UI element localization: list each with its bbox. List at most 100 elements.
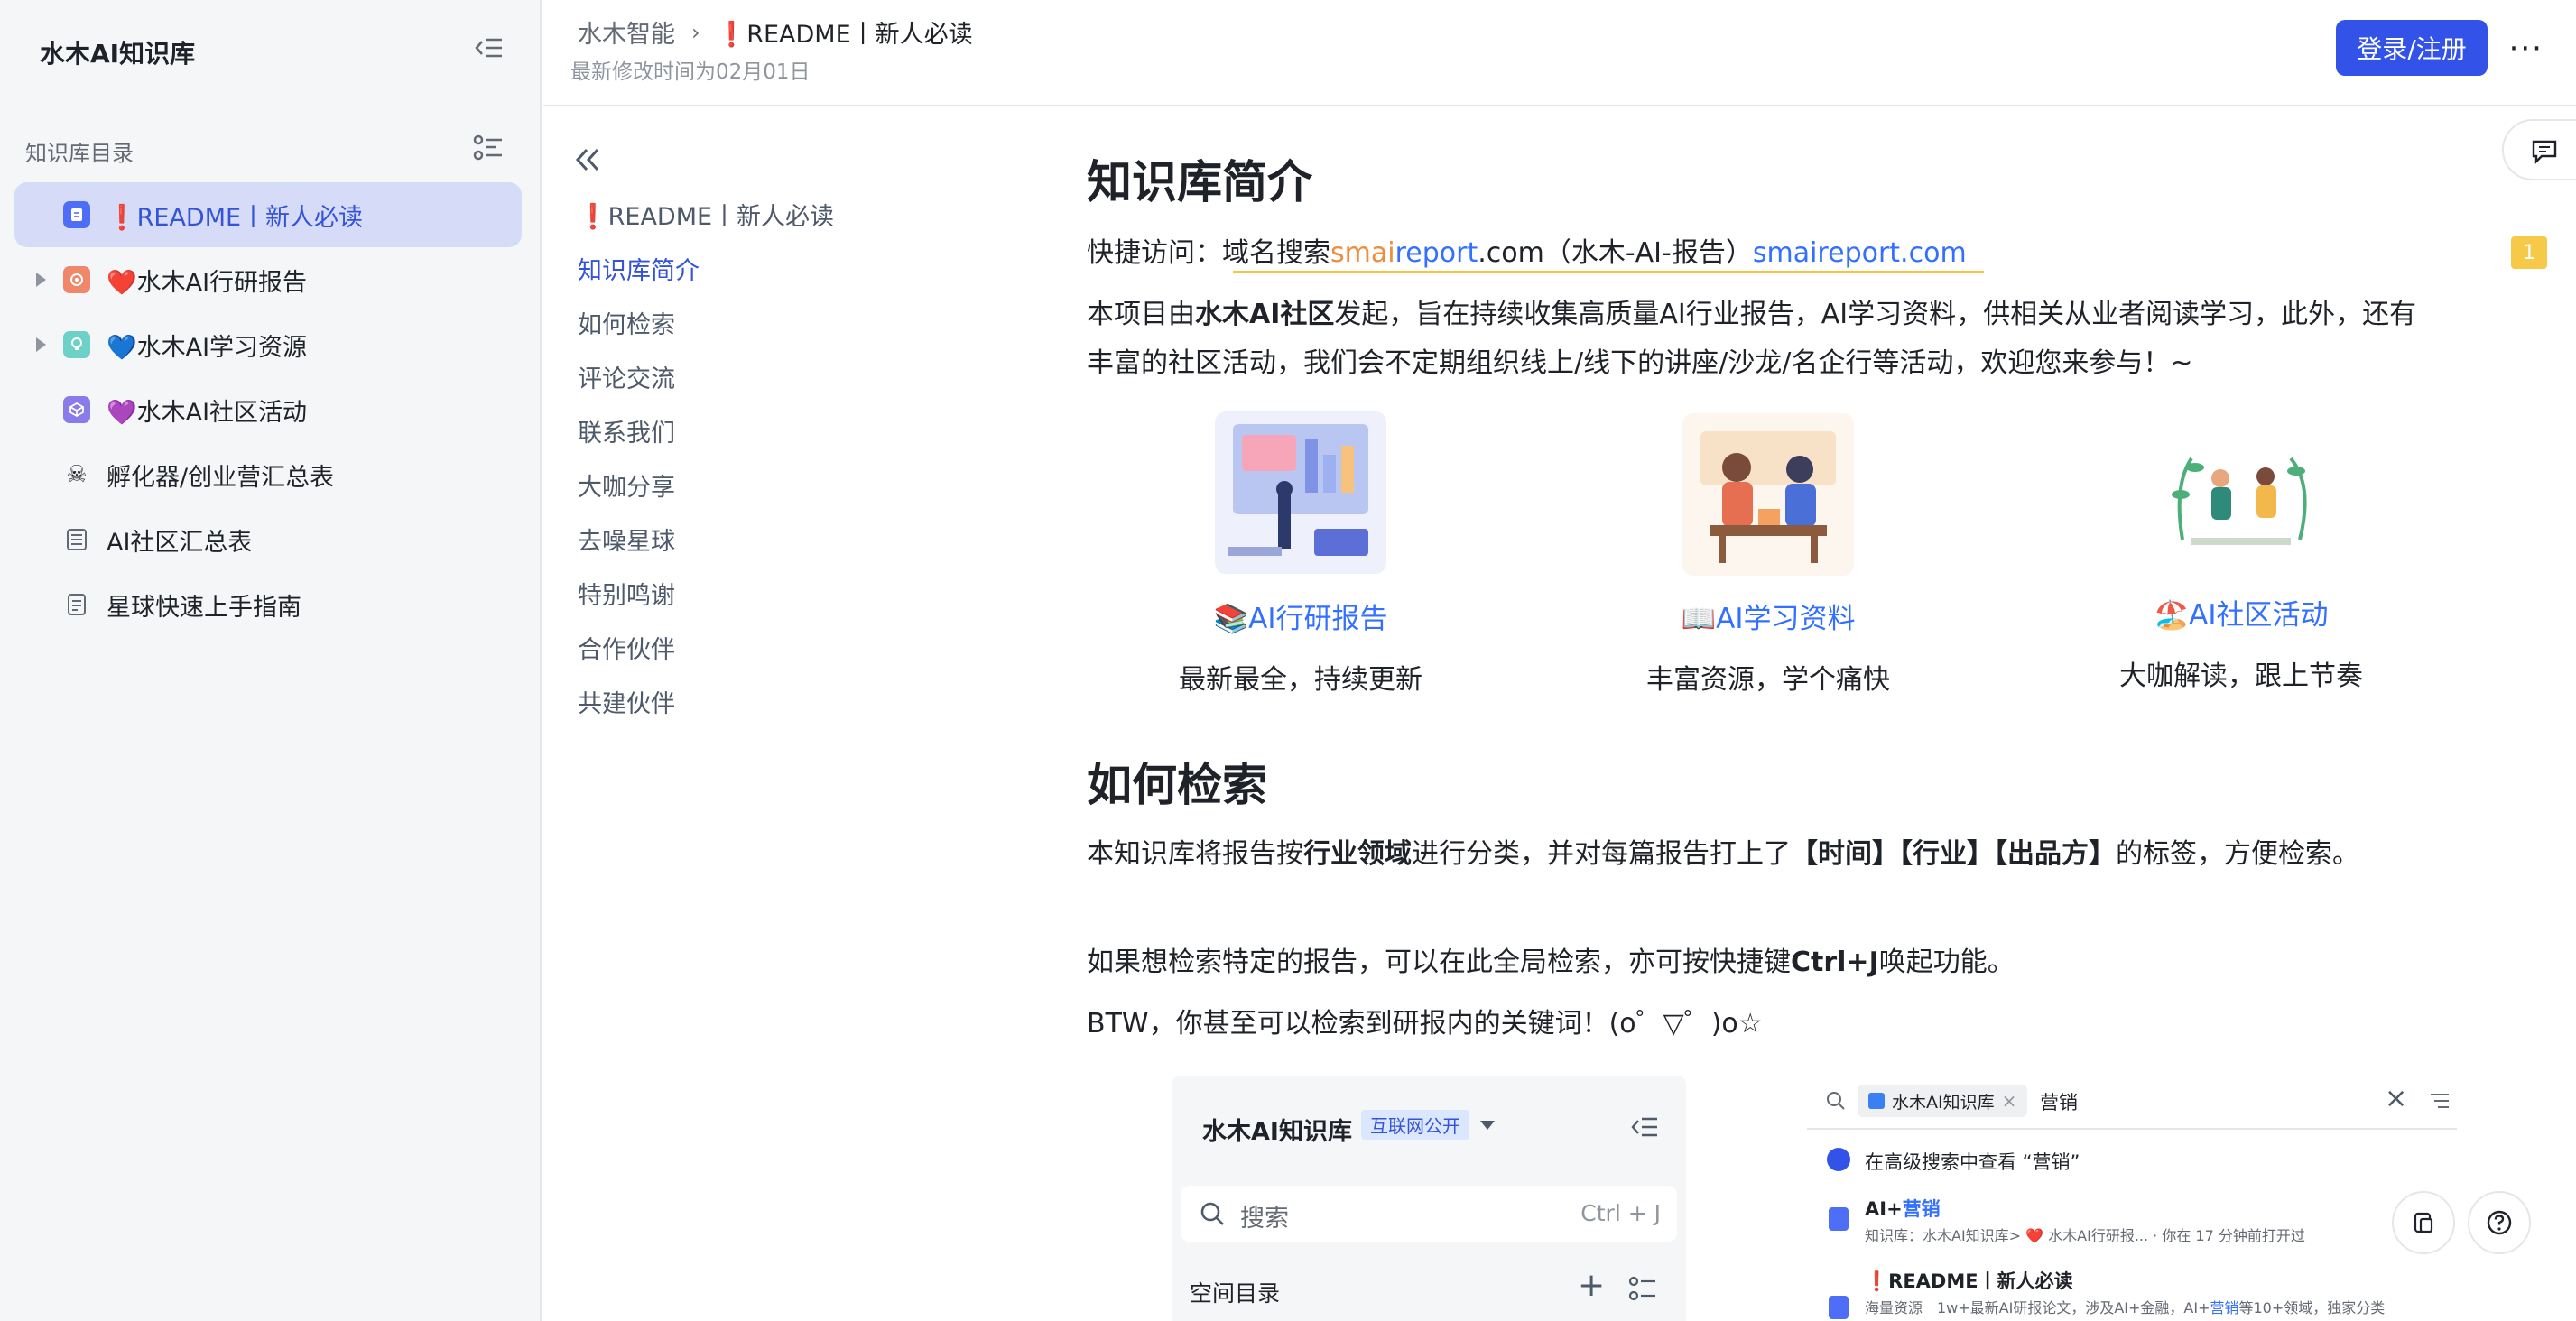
shortcut-key: Ctrl+J: [1791, 947, 1879, 978]
collapse-toc-icon[interactable]: [570, 144, 607, 175]
sidebar-item-label: ❗README丨新人必读: [107, 203, 364, 232]
heading-search: 如何检索: [1087, 759, 1267, 811]
preview-query: 营销: [2040, 1092, 2078, 1113]
comment-count-badge[interactable]: 1: [2511, 236, 2547, 269]
toc-item-intro[interactable]: 知识库简介: [578, 251, 700, 286]
toc-title[interactable]: ❗README丨新人必读: [578, 197, 834, 232]
more-icon[interactable]: ···: [2509, 31, 2544, 67]
toc-item-partners[interactable]: 合作伙伴: [578, 630, 675, 665]
preview-dropdown-icon: [1480, 1121, 1495, 1130]
report-icon: [63, 266, 90, 293]
last-modified: 最新修改时间为02月01日: [570, 60, 811, 84]
card-desc-learning: 丰富资源，学个痛快: [1646, 664, 1890, 696]
preview-search-screenshot: 水木AI知识库 × 营销 × 在高级搜索中查看 “营销” AI+营销 知识库：水…: [1807, 1074, 2457, 1321]
card-link-learning[interactable]: 📖AI学习资料: [1610, 596, 1926, 636]
preview-collapse-icon: [1631, 1117, 1657, 1137]
smaireport-link[interactable]: smaireport.com: [1753, 237, 1967, 269]
breadcrumb-current: ❗README丨新人必读: [716, 21, 973, 49]
search-text-mid: 进行分类，并对每篇报告打上了: [1412, 838, 1791, 870]
sidebar-item-label: 💙水木AI学习资源: [107, 333, 308, 362]
toc-item-search[interactable]: 如何检索: [578, 305, 675, 340]
sidebar-item-guide[interactable]: 星球快速上手指南: [14, 572, 522, 637]
page-icon: [63, 591, 90, 618]
chip-close-icon: ×: [2001, 1090, 2017, 1112]
search-text: 本知识库将报告按: [1087, 838, 1303, 870]
chevron-right-icon: ›: [691, 19, 700, 45]
search-text-end: 的标签，方便检索。: [2116, 838, 2359, 870]
comment-icon: [2532, 140, 2557, 164]
expand-arrow-icon[interactable]: [36, 273, 46, 287]
preview-search-box: 搜索 Ctrl + J: [1181, 1186, 1677, 1242]
sidebar-item-label: ❤️水木AI行研报告: [107, 268, 308, 297]
result-2-meta: 海量资源 1w+最新AI研报论文，涉及AI+金融，AI+营销等10+领域，独家分…: [1865, 1296, 2385, 1317]
intro-bold: 水木AI社区: [1195, 299, 1335, 330]
result-2-meta-c: 等10+领域，独家分类: [2238, 1299, 2386, 1316]
preview-search-placeholder: 搜索: [1240, 1205, 1289, 1233]
preview-add-icon: +: [1578, 1267, 1606, 1304]
preview-title: 水木AI知识库: [1202, 1118, 1352, 1146]
toc-item-cobuilders[interactable]: 共建伙伴: [578, 684, 675, 719]
sidebar-item-label: 星球快速上手指南: [107, 593, 301, 622]
preview-chip-label: 水木AI知识库: [1892, 1092, 1995, 1113]
community-illustration: [2155, 431, 2327, 558]
list-view-icon[interactable]: [473, 134, 504, 162]
sidebar-item-ai-community-table[interactable]: AI社区汇总表: [14, 507, 522, 572]
card-link-community[interactable]: 🏖️AI社区活动: [2083, 592, 2399, 633]
result-1-title-b: 营销: [1902, 1198, 1941, 1220]
toc-item-denoise[interactable]: 去噪星球: [578, 522, 675, 557]
comment-panel-tab[interactable]: [2502, 119, 2576, 180]
result-1-meta: 知识库：水木AI知识库> ❤️ 水木AI行研报... · 你在 17 分钟前打开…: [1865, 1227, 2305, 1244]
cube-icon: [63, 396, 90, 423]
preview-public-badge: 互联网公开: [1361, 1110, 1469, 1140]
quick-access-com: .com（水木-AI-报告）: [1478, 237, 1753, 269]
result-2-meta-b: 营销: [2210, 1299, 2239, 1316]
quick-access-prefix: 快捷访问：域名搜索: [1087, 237, 1330, 269]
breadcrumb: 水木智能 › ❗README丨新人必读: [578, 14, 973, 50]
search-paragraph: 本知识库将报告按行业领域进行分类，并对每篇报告打上了【时间】【行业】【出品方】的…: [1087, 830, 2441, 879]
result-2-meta-a: 海量资源 1w+最新AI研报论文，涉及AI+金融，AI+: [1865, 1299, 2210, 1316]
expand-arrow-icon[interactable]: [36, 337, 46, 352]
help-icon: [2487, 1210, 2512, 1235]
result-1-title-a: AI+: [1865, 1198, 1903, 1220]
card-desc-reports: 最新最全，持续更新: [1179, 664, 1422, 696]
login-button[interactable]: 登录/注册: [2336, 20, 2488, 76]
doc-icon: [1829, 1296, 1849, 1319]
quick-access-report: report: [1395, 237, 1478, 269]
reports-illustration: [1215, 411, 1386, 574]
toc-item-contact[interactable]: 联系我们: [578, 413, 675, 448]
lightbulb-icon: [63, 331, 90, 358]
preview-list-icon: [1628, 1276, 1655, 1301]
header: 水木智能 › ❗README丨新人必读 最新修改时间为02月01日 登录/注册 …: [543, 0, 2576, 106]
shortcut-text-end: 唤起功能。: [1878, 947, 2015, 978]
breadcrumb-root[interactable]: 水木智能: [578, 14, 675, 50]
preview-scope-chip: 水木AI知识库 ×: [1858, 1085, 2028, 1117]
learning-illustration: [1682, 413, 1854, 576]
shortcut-text: 如果想检索特定的报告，可以在此全局检索，亦可按快捷键: [1087, 947, 1791, 978]
copy-link-button[interactable]: [2392, 1191, 2455, 1254]
divider: [1807, 1128, 2457, 1130]
result-2-title: ❗README丨新人必读: [1865, 1270, 2073, 1292]
toc-item-experts[interactable]: 大咖分享: [578, 467, 675, 503]
collapse-sidebar-icon[interactable]: [473, 34, 504, 61]
sidebar-title: 水木AI知识库: [40, 39, 196, 69]
table-icon: [63, 526, 90, 553]
sidebar-item-readme[interactable]: ❗README丨新人必读: [14, 182, 522, 247]
sidebar-item-community[interactable]: 💜水木AI社区活动: [14, 377, 522, 442]
toc-item-comments[interactable]: 评论交流: [578, 359, 675, 394]
toc-item-thanks[interactable]: 特别鸣谢: [578, 576, 675, 611]
preview-section: 空间目录: [1190, 1280, 1281, 1307]
sidebar-item-reports[interactable]: ❤️水木AI行研报告: [14, 247, 522, 312]
shortcut-paragraph: 如果想检索特定的报告，可以在此全局检索，亦可按快捷键Ctrl+J唤起功能。: [1087, 938, 2015, 987]
help-button[interactable]: [2468, 1191, 2531, 1254]
sidebar-item-label: AI社区汇总表: [107, 528, 253, 557]
sidebar-item-incubators[interactable]: ☠ 孵化器/创业营汇总表: [14, 442, 522, 507]
advanced-search-text: 在高级搜索中查看 “营销”: [1865, 1151, 2080, 1173]
doc-icon: [63, 201, 90, 228]
card-link-reports[interactable]: 📚AI行研报告: [1143, 596, 1459, 636]
btw-paragraph: BTW，你甚至可以检索到研报内的关键词！(o゜▽゜)o☆: [1087, 1008, 1763, 1039]
kb-icon: [1868, 1093, 1885, 1109]
search-bold-field: 行业领域: [1303, 838, 1412, 870]
quick-access-smai: smai: [1330, 237, 1395, 269]
intro-text: 本项目由: [1087, 299, 1195, 330]
sidebar-item-learning[interactable]: 💙水木AI学习资源: [14, 312, 522, 377]
